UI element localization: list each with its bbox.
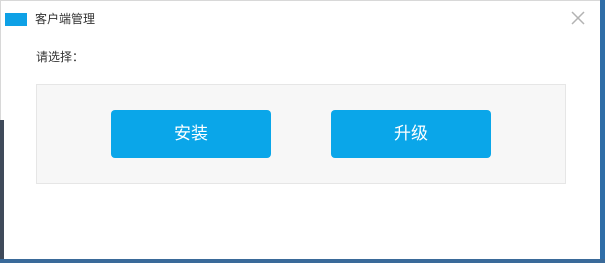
- background-window-edge-bottom: [0, 259, 605, 263]
- close-icon: [571, 11, 585, 25]
- title-bar: 客户端管理: [1, 1, 604, 37]
- action-panel: 安装 升级: [36, 84, 566, 184]
- close-button[interactable]: [567, 7, 589, 29]
- background-window-edge-left: [0, 120, 4, 263]
- upgrade-button[interactable]: 升级: [331, 110, 491, 158]
- select-prompt: 请选择：: [36, 50, 85, 64]
- install-button[interactable]: 安装: [111, 110, 271, 158]
- client-management-dialog: 客户端管理 请选择： 安装 升级: [0, 0, 605, 263]
- dialog-title: 客户端管理: [35, 12, 96, 26]
- title-accent-bar: [5, 13, 27, 26]
- background-window-edge-right: [600, 0, 605, 263]
